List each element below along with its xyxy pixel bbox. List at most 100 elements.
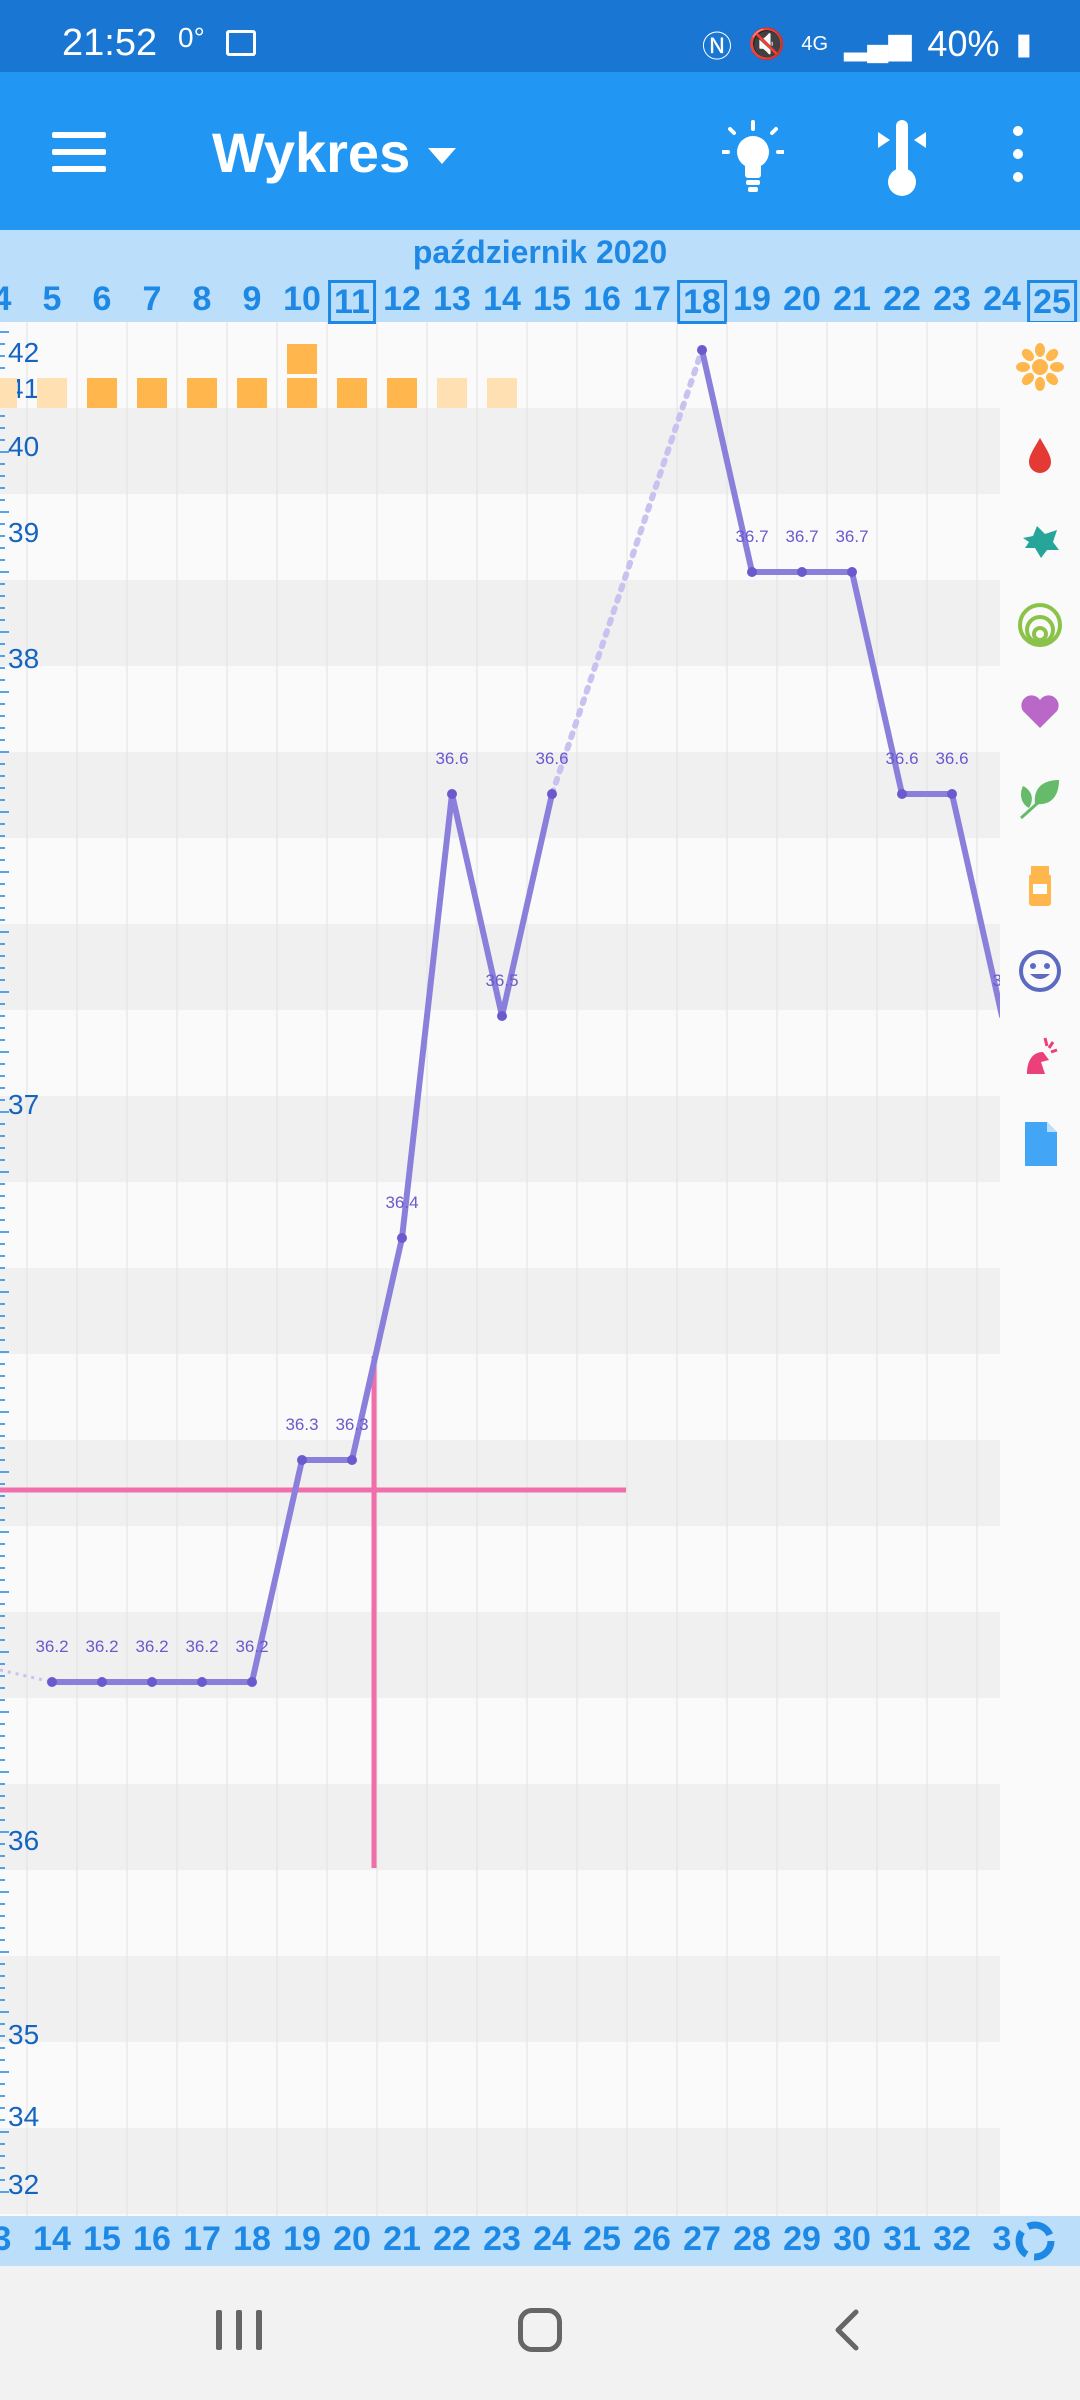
day-number[interactable]: 18 — [677, 280, 727, 324]
rings-icon[interactable] — [1015, 600, 1065, 650]
day-number[interactable]: 10 — [283, 280, 321, 318]
recent-apps-button[interactable] — [216, 2310, 262, 2350]
day-number[interactable]: 19 — [733, 280, 771, 318]
more-options-button[interactable] — [1006, 126, 1030, 182]
day-number[interactable]: 22 — [883, 280, 921, 318]
date-header: październik 2020 4 5 6 7 8 9 10 11 12 13 14 15 16 17 1… — [0, 230, 1080, 324]
lightbulb-button[interactable] — [722, 120, 784, 200]
menu-button[interactable] — [52, 132, 106, 172]
mute-icon: 🔇 — [747, 27, 786, 61]
day-number[interactable]: 4 — [0, 280, 11, 318]
grid-band — [0, 1440, 1000, 1526]
data-label: 36.6 — [435, 749, 468, 768]
pill-bottle-icon[interactable] — [1015, 860, 1065, 910]
smiley-icon[interactable] — [1015, 946, 1065, 996]
cycle-day-number: 32 — [933, 2220, 971, 2258]
leaf-icon[interactable] — [1015, 774, 1065, 824]
system-navigation-bar — [0, 2266, 1080, 2400]
data-label: 36.2 — [35, 1637, 68, 1656]
flow-marker — [0, 378, 17, 408]
temperature-chart[interactable]: 4241403938373635343236.2 36.2 36.2 36.2 36.2… — [0, 322, 1000, 2216]
y-axis-label: 32 — [8, 2169, 39, 2200]
cycle-day-number: 27 — [683, 2220, 721, 2258]
day-number[interactable]: 12 — [383, 280, 421, 318]
flow-marker — [237, 378, 267, 408]
cycle-day-number: 14 — [33, 2220, 71, 2258]
day-number[interactable]: 20 — [783, 280, 821, 318]
data-label: 36.8 — [685, 322, 718, 324]
flow-marker — [287, 344, 317, 374]
data-label: 36.2 — [85, 1637, 118, 1656]
note-icon[interactable] — [1015, 1118, 1065, 1168]
cycle-day-number: 24 — [533, 2220, 571, 2258]
data-label: 36 — [993, 971, 1000, 990]
grid-band — [0, 580, 1000, 666]
flower-icon[interactable] — [1015, 342, 1065, 392]
day-number[interactable]: 11 — [328, 280, 376, 324]
view-selector[interactable]: Wykres — [212, 120, 457, 185]
day-number[interactable]: 14 — [483, 280, 521, 318]
status-temperature: 0° — [178, 22, 205, 53]
home-button[interactable] — [518, 2308, 562, 2352]
cycle-day-number: 23 — [483, 2220, 521, 2258]
cycle-day-number: 3 — [0, 2220, 12, 2258]
day-number[interactable]: 21 — [833, 280, 871, 318]
flow-marker — [187, 378, 217, 408]
grid-band — [0, 1956, 1000, 2042]
cycle-day-bar: 3 14 15 16 17 18 19 20 21 22 23 24 25 26 27 28 29 30 31 32 3 — [0, 2216, 1080, 2266]
data-label: 36.2 — [135, 1637, 168, 1656]
cycle-day-number: 17 — [183, 2220, 221, 2258]
day-number[interactable]: 15 — [533, 280, 571, 318]
splash-icon[interactable] — [1015, 516, 1065, 566]
data-point — [947, 789, 957, 799]
cycle-day-number: 18 — [233, 2220, 271, 2258]
data-point — [247, 1677, 257, 1687]
day-number[interactable]: 24 — [983, 280, 1021, 318]
day-number[interactable]: 6 — [93, 280, 112, 318]
cycle-day-number: 29 — [783, 2220, 821, 2258]
battery-level: 40% — [927, 23, 1000, 64]
cycle-icon[interactable] — [1012, 2218, 1058, 2264]
hand-icon[interactable] — [1015, 1032, 1065, 1082]
data-point — [447, 789, 457, 799]
day-number[interactable]: 8 — [193, 280, 212, 318]
data-point — [897, 789, 907, 799]
cycle-day-number: 30 — [833, 2220, 871, 2258]
day-number[interactable]: 23 — [933, 280, 971, 318]
grid-band — [0, 1784, 1000, 1870]
grid-band — [0, 1096, 1000, 1182]
status-time: 21:52 — [62, 22, 158, 64]
flow-marker — [337, 378, 367, 408]
day-number[interactable]: 16 — [583, 280, 621, 318]
day-number[interactable]: 9 — [243, 280, 262, 318]
back-button[interactable] — [826, 2308, 866, 2352]
day-number[interactable]: 7 — [143, 280, 162, 318]
y-axis-label: 38 — [8, 643, 39, 674]
cycle-day-number: 15 — [83, 2220, 121, 2258]
y-axis-label: 34 — [8, 2101, 39, 2132]
symptom-icon-column — [1000, 322, 1080, 2216]
day-number[interactable]: 5 — [43, 280, 62, 318]
flow-marker — [287, 378, 317, 408]
day-number[interactable]: 25 — [1027, 280, 1077, 324]
data-point — [747, 567, 757, 577]
y-axis-label: 35 — [8, 2019, 39, 2050]
dropdown-caret-icon — [428, 147, 457, 164]
data-point — [97, 1677, 107, 1687]
drop-icon[interactable] — [1015, 430, 1065, 480]
cycle-day-number: 31 — [883, 2220, 921, 2258]
heart-icon[interactable] — [1015, 686, 1065, 736]
day-number[interactable]: 17 — [633, 280, 671, 318]
day-number[interactable]: 13 — [433, 280, 471, 318]
image-notification-icon — [226, 30, 256, 56]
status-bar: 21:52 0° Ⓝ 🔇 4G ▂▄▆ 40% ▮ — [0, 0, 1080, 72]
data-point — [297, 1455, 307, 1465]
grid-band — [0, 1268, 1000, 1354]
thermometer-button[interactable] — [872, 116, 932, 202]
data-point — [347, 1455, 357, 1465]
y-axis-label: 37 — [8, 1089, 39, 1120]
grid-band — [0, 752, 1000, 838]
nfc-icon: Ⓝ — [701, 31, 732, 64]
app-bar: Wykres — [0, 72, 1080, 230]
data-label: 36.6 — [935, 749, 968, 768]
